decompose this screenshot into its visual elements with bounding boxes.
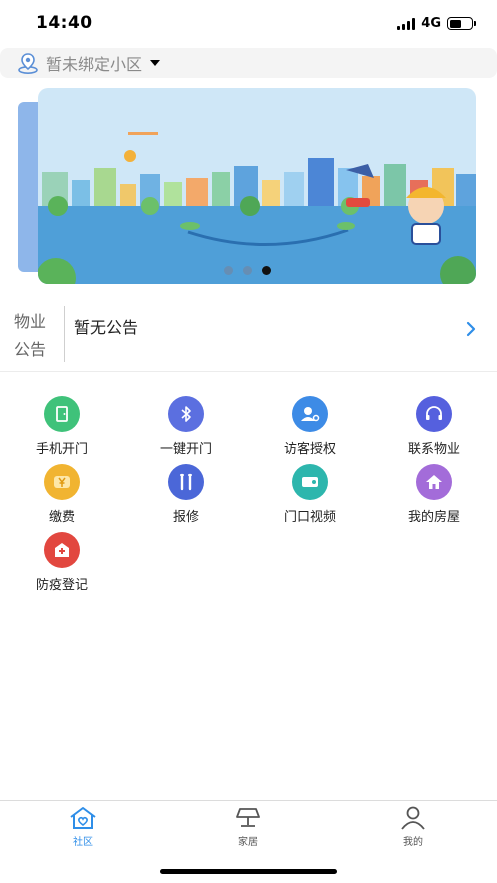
grid-item-one-key-door[interactable]: 一键开门 [124,396,248,458]
carousel-dot-active[interactable] [262,266,271,275]
community-selector[interactable]: 暂未绑定小区 [0,48,497,78]
status-time: 14:40 [36,13,93,33]
tab-label: 家居 [238,837,258,848]
banner-prev-slide[interactable] [18,102,40,272]
chevron-right-icon[interactable] [465,320,477,338]
banner-image[interactable] [38,88,476,284]
grid-item-label: 报修 [172,510,199,525]
hospital-icon [44,532,80,568]
grid-item-label: 联系物业 [407,442,460,457]
property-notice[interactable]: 物业公告 暂无公告 [0,300,497,372]
caret-down-icon[interactable] [150,60,161,66]
battery-icon [447,17,476,30]
grid-item-label: 一键开门 [159,442,212,457]
grid-item-repair[interactable]: 报修 [124,464,248,526]
carousel-dot[interactable] [224,266,233,275]
video-camera-icon [292,464,328,500]
network-type: 4G [421,16,441,31]
grid-item-visitor-auth[interactable]: 访客授权 [248,396,372,458]
tab-label: 我的 [403,837,423,848]
tab-community[interactable]: 社区 [33,805,133,848]
repair-tools-icon [168,464,204,500]
grid-item-epidemic-register[interactable]: 防疫登记 [0,532,124,594]
banner-carousel[interactable] [0,86,497,286]
notice-label: 物业公告 [14,312,47,359]
grid-item-contact-property[interactable]: 联系物业 [372,396,496,458]
carousel-indicators[interactable] [224,266,271,275]
grid-item-label: 我的房屋 [407,510,460,525]
tab-mine[interactable]: 我的 [363,805,463,848]
status-bar: 14:40 4G [0,0,497,46]
city-illustration [38,88,476,284]
bluetooth-icon [168,396,204,432]
grid-item-label: 防疫登记 [35,578,88,593]
signal-icon [397,17,416,30]
yen-coin-icon [44,464,80,500]
tab-home-furnishing[interactable]: 家居 [198,805,298,848]
visitor-key-icon [292,396,328,432]
location-pin-icon [18,53,38,75]
user-icon [401,806,425,830]
grid-item-label: 门口视频 [283,510,336,525]
status-indicators: 4G [397,16,476,31]
grid-item-my-house[interactable]: 我的房屋 [372,464,496,526]
grid-item-phone-door[interactable]: 手机开门 [0,396,124,458]
lamp-icon [236,808,260,827]
divider [64,306,65,362]
grid-item-payment[interactable]: 缴费 [0,464,124,526]
notice-text: 暂无公告 [74,318,139,337]
house-icon [416,464,452,500]
grid-item-label: 手机开门 [35,442,88,457]
grid-item-door-video[interactable]: 门口视频 [248,464,372,526]
tab-label: 社区 [73,837,93,848]
door-icon [44,396,80,432]
home-indicator[interactable] [160,869,337,874]
carousel-dot[interactable] [243,266,252,275]
grid-item-label: 缴费 [48,510,75,525]
community-home-icon [70,807,96,829]
grid-item-label: 访客授权 [283,442,336,457]
headset-icon [416,396,452,432]
community-name: 暂未绑定小区 [46,55,143,74]
